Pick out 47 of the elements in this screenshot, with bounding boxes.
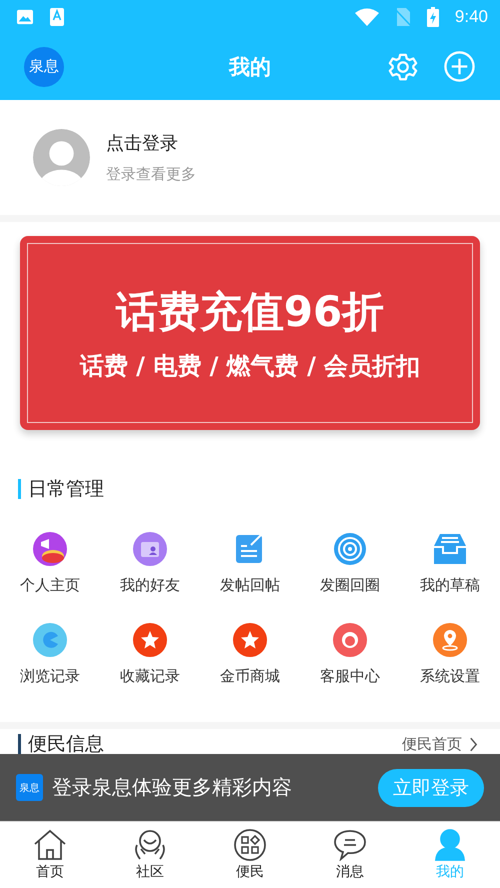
message-icon — [333, 829, 367, 861]
avatar-icon — [33, 129, 90, 186]
app-logo: 泉息 — [16, 774, 43, 801]
shortcut-label[interactable]: 我的好友 — [120, 576, 180, 595]
text-icon — [50, 8, 64, 26]
person-icon — [433, 829, 467, 861]
more-link[interactable]: 便民首页 — [402, 734, 462, 754]
tray-icon[interactable] — [433, 532, 467, 566]
page-title: 我的 — [229, 54, 271, 80]
nav-tab[interactable]: 社区 — [100, 822, 200, 888]
pin-icon[interactable] — [433, 623, 467, 657]
nav-tab[interactable]: 首页 — [0, 822, 100, 888]
nav-tab[interactable]: 便民 — [200, 822, 300, 888]
app-logo[interactable]: 泉息 — [24, 46, 64, 86]
banner-title: 话费充值96折 — [116, 286, 384, 338]
pacman-icon[interactable] — [33, 623, 67, 657]
login-prompt[interactable]: 点击登录 — [106, 131, 196, 155]
add-icon[interactable] — [444, 51, 475, 82]
shortcut-label[interactable]: 发帖回帖 — [220, 576, 280, 595]
image-icon — [16, 8, 34, 24]
nav-tab[interactable]: 消息 — [300, 822, 400, 888]
shortcut-label[interactable]: 我的草稿 — [420, 576, 480, 595]
chevron-right-icon[interactable] — [469, 736, 478, 752]
shortcut-label[interactable]: 个人主页 — [20, 576, 80, 595]
profile-card[interactable]: 点击登录 登录查看更多 — [0, 100, 500, 215]
clock-time: 9:40 — [454, 6, 488, 26]
shortcut-label[interactable]: 金币商城 — [220, 667, 280, 686]
shortcut-label[interactable]: 系统设置 — [420, 667, 480, 686]
home-icon — [33, 829, 67, 861]
settings-icon[interactable] — [388, 52, 418, 82]
recharge-banner[interactable]: 话费充值96折 话费 / 电费 / 燃气费 / 会员折扣 — [20, 236, 480, 430]
community-icon — [133, 829, 167, 861]
apps-icon — [233, 829, 267, 861]
no-sim-icon — [394, 6, 411, 26]
shortcut-label[interactable]: 发圈回圈 — [320, 576, 380, 595]
shortcut-label[interactable]: 浏览记录 — [20, 667, 80, 686]
battery-charging-icon — [426, 6, 439, 26]
banner-subtitle: 话费 / 电费 / 燃气费 / 会员折扣 — [80, 351, 420, 382]
target-icon[interactable] — [333, 532, 367, 566]
section-title: 日常管理 — [28, 477, 104, 502]
section-title: 便民信息 — [28, 732, 104, 757]
login-hint: 登录查看更多 — [106, 165, 196, 184]
wifi-icon — [354, 8, 379, 26]
shortcut-label[interactable]: 客服中心 — [320, 667, 380, 686]
login-banner-text: 登录泉息体验更多精彩内容 — [52, 774, 292, 801]
shortcut-label[interactable]: 收藏记录 — [120, 667, 180, 686]
folder-icon[interactable] — [133, 532, 167, 566]
